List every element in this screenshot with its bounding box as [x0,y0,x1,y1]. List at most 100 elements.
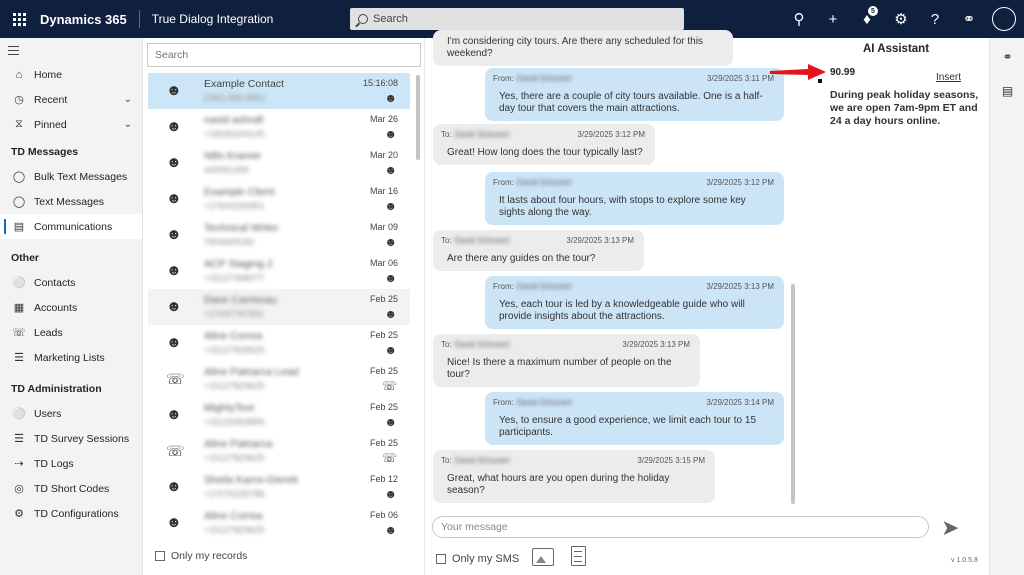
ai-assistant-panel: AI Assistant 90.99 Insert During peak ho… [801,38,989,498]
message-bubble-outgoing: From: David Schunert 3/29/2025 3:11 PM Yes… [485,68,784,121]
contact-row[interactable]: ☻ Aline Correa +15127829625 Feb 06 ☻ [148,505,410,541]
nav-item-communications[interactable]: ▤ Communications [0,214,142,239]
nav-item-pinned[interactable]: ⧖ Pinned ⌄ [0,112,142,137]
nav-item-bulk-text-messages[interactable]: ◯ Bulk Text Messages [0,164,142,189]
contact-row[interactable]: ☏ Aline Patriarca Lead +15127829625 Feb 25 ☏ [148,361,410,397]
person-icon: ☻ [166,514,182,531]
message-contact: David Schunert [516,398,572,407]
ai-confidence-score: 90.99 [830,67,856,78]
avatar[interactable]: DS [992,7,1016,31]
copilot-icon[interactable]: ⚭ [990,40,1024,74]
message-contact: David Schunert [516,178,572,187]
contact-row[interactable]: ☻ Technical Writer 7604949182 Mar 09 ☻ [148,217,410,253]
app-name[interactable]: Dynamics 365 [38,12,139,27]
nav-item-home[interactable]: ⌂ Home [0,62,142,87]
contact-date: Mar 06 [369,258,398,268]
nav-item-td-survey-sessions[interactable]: ☰ TD Survey Sessions [0,426,142,451]
contact-phone: +15127829625 [204,453,265,463]
message-direction: From: [493,282,514,291]
contact-name: Aline Correa [204,330,263,342]
contact-date: 15:16:08 [362,78,398,88]
contact-name: Dave Carrisnau [204,294,277,306]
message-bubble-outgoing: From: David Schunert 3/29/2025 3:13 PM Yes… [485,276,784,329]
message-bubble-outgoing: From: David Schunert 3/29/2025 3:12 PM It … [485,172,784,225]
copilot-icon[interactable]: ⚭ [952,0,986,38]
message-input[interactable]: Your message [432,516,929,538]
message-time: 3/29/2025 3:13 PM [706,282,774,291]
message-input-placeholder: Your message [441,521,508,533]
bell-icon[interactable]: ♦ 5 [850,0,884,38]
person-icon: ☻ [166,190,182,207]
module-name[interactable]: True Dialog Integration [140,12,274,26]
contact-row[interactable]: ☻ navid ashrafi +18183244145 Mar 26 ☻ [148,109,410,145]
global-search-input[interactable]: Search [350,8,684,30]
contact-name: Aline Patriarca Lead [204,366,299,378]
nav-item-marketing-lists[interactable]: ☰ Marketing Lists [0,345,142,370]
contact-name: Technical Writer [204,222,279,234]
nav-item-label: TD Survey Sessions [34,432,130,445]
conversation-scrollbar[interactable] [791,284,795,504]
contact-list: ☻ Example Contact (760) 420-3951 15:16:08 ☻ … [148,73,410,541]
nav-item-td-short-codes[interactable]: ◎ TD Short Codes [0,476,142,501]
plus-icon[interactable]: + [816,0,850,38]
contact-row[interactable]: ☻ Example Client +17604290951 Mar 16 ☻ [148,181,410,217]
person-icon: ☻ [384,271,397,285]
contact-row[interactable]: ☻ Aline Correa +15127829625 Feb 25 ☻ [148,325,410,361]
app-launcher-button[interactable] [0,0,38,38]
ai-suggestion-text: During peak holiday seasons, we are open… [830,89,979,127]
contact-date: Feb 06 [369,510,398,520]
only-my-sms-checkbox[interactable]: Only my SMS [436,553,519,565]
person-icon: ☻ [166,406,182,423]
contact-name: MightyText [204,402,255,414]
insert-link[interactable]: Insert [936,72,961,83]
message-text: Yes, to ensure a good experience, we lim… [499,415,757,438]
chat-multiple-icon: ▤ [13,221,25,233]
pin-icon: ⧖ [15,118,23,130]
contact-row[interactable]: ☻ MightyText +15125453899 Feb 25 ☻ [148,397,410,433]
home-icon: ⌂ [15,68,23,81]
ai-assistant-title: AI Assistant [863,43,930,55]
nav-item-recent[interactable]: ◷ Recent ⌄ [0,87,142,112]
nav-item-users[interactable]: ⚪ Users [0,401,142,426]
contact-row[interactable]: ☻ Sheila Karns-Gierek +17076235788 Feb 12 ☻ [148,469,410,505]
contact-date: Mar 20 [369,150,398,160]
lightbulb-icon[interactable]: ⚲ [782,0,816,38]
chevron-down-icon[interactable]: ⌄ [124,119,132,130]
contact-row[interactable]: ☏ Aline Patriarca +15127829625 Feb 25 ☏ [148,433,410,469]
message-contact: David Schunert [516,282,572,291]
chat-multiple-icon[interactable]: ▤ [990,74,1024,108]
contact-phone: +15127829625 [204,525,265,535]
message-direction: From: [493,74,514,83]
contact-row[interactable]: ☻ Nills Kramer 449391399 Mar 20 ☻ [148,145,410,181]
code-circle-icon: ◎ [14,483,24,495]
nav-item-td-logs[interactable]: ⇢ TD Logs [0,451,142,476]
only-my-records-checkbox[interactable]: Only my records [155,550,247,562]
nav-item-contacts[interactable]: ⚪ Contacts [0,270,142,295]
gear-icon[interactable]: ⚙ [884,0,918,38]
message-bubble-outgoing: From: David Schunert 3/29/2025 3:14 PM Yes… [485,392,784,445]
contact-name: ACP Staging 2 [204,258,273,270]
send-icon[interactable]: ➤ [941,515,959,541]
contact-search-input[interactable] [147,43,421,67]
nav-item-accounts[interactable]: ▦ Accounts [0,295,142,320]
image-icon[interactable] [532,548,554,566]
nav-item-td-configurations[interactable]: ⚙ TD Configurations [0,501,142,526]
message-contact: David Schunert [454,456,510,465]
document-icon[interactable] [571,546,586,566]
top-icons: ⚲ + ♦ 5 ⚙ ? ⚭ DS [782,0,1024,38]
contacts-panel: ☻Example Contact(760) 420-395115:16:08☻ … [143,38,425,575]
contact-row[interactable]: ☻ ACP Staging 2 +15127468477 Mar 06 ☻ [148,253,410,289]
message-contact: David Schunert [454,340,510,349]
message-bubble-incoming: To: David Schunert 3/29/2025 3:13 PM Nice!… [433,334,700,387]
help-icon[interactable]: ? [918,0,952,38]
contact-row[interactable]: ☻ Example Contact (760) 420-3951 15:16:08 ☻ [148,73,410,109]
hamburger-icon[interactable] [0,38,142,62]
contact-list-scrollbar[interactable] [416,75,420,160]
person-icon: ☻ [384,523,397,537]
chevron-down-icon[interactable]: ⌄ [124,94,132,105]
nav-item-text-messages[interactable]: ◯ Text Messages [0,189,142,214]
nav-item-leads[interactable]: ☏ Leads [0,320,142,345]
contact-row[interactable]: ☻ Dave Carrisnau +17047787951 Feb 25 ☻ [148,289,410,325]
contact-name: navid ashrafi [204,114,264,126]
person-icon: ☻ [384,235,397,249]
